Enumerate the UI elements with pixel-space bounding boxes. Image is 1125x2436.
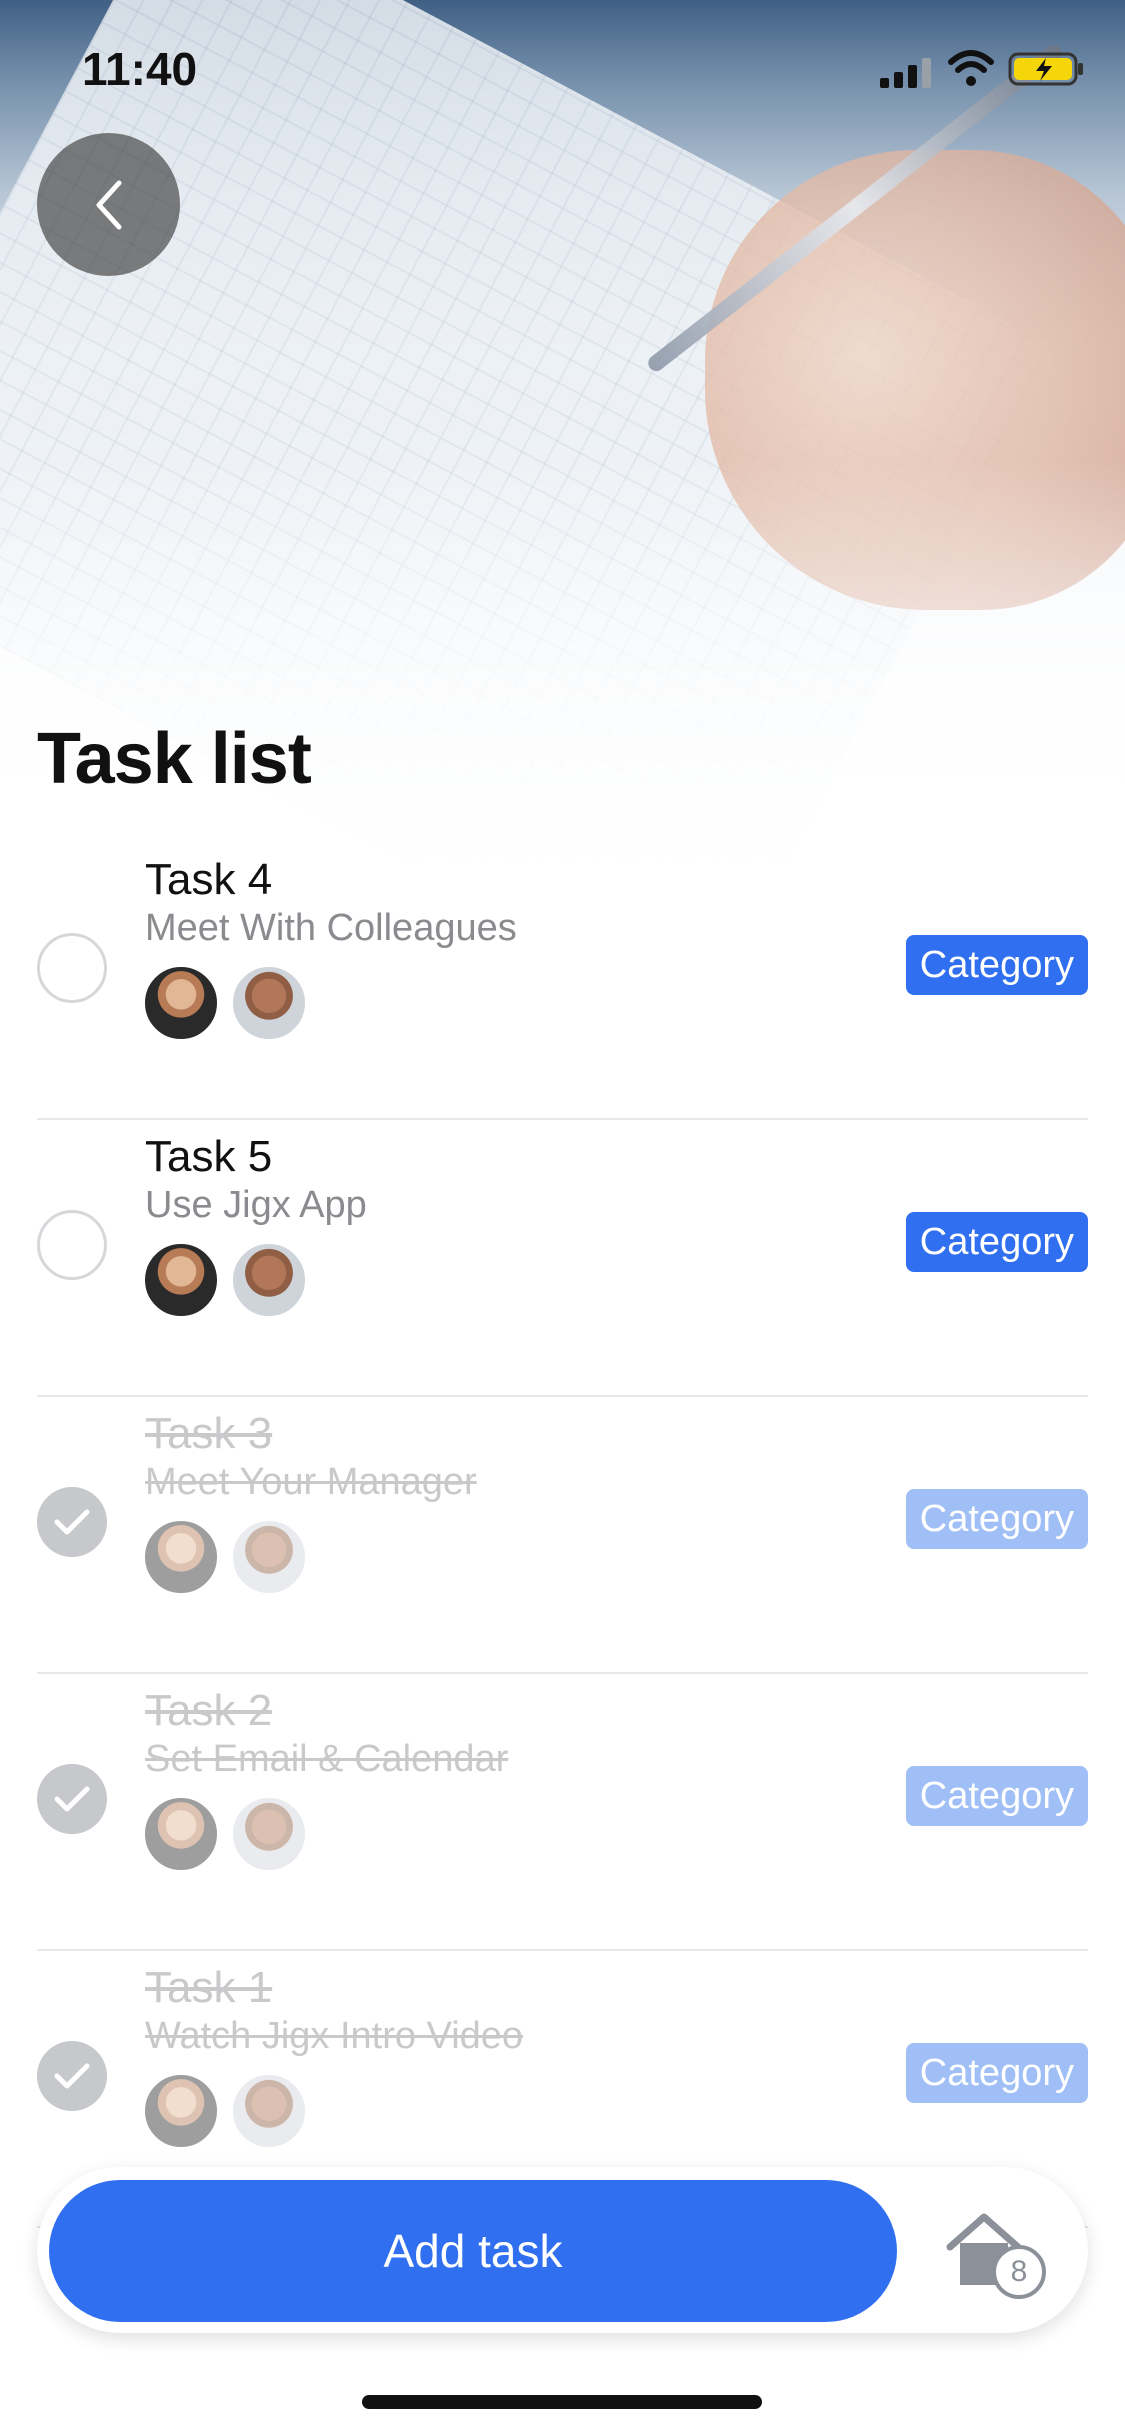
task-checkbox[interactable] xyxy=(37,1210,107,1280)
assignee-avatars xyxy=(143,1242,307,1318)
category-badge[interactable]: Category xyxy=(905,1212,1088,1272)
category-badge[interactable]: Category xyxy=(905,2043,1088,2103)
task-subtitle: Meet Your Manager xyxy=(145,1461,477,1503)
task-name: Task 1 xyxy=(145,1963,273,2012)
task-row[interactable]: Task 5 Use Jigx App Category xyxy=(37,1120,1088,1397)
signal-icon xyxy=(880,58,931,88)
assignee-avatars xyxy=(143,965,307,1041)
back-chevron-icon xyxy=(96,180,121,229)
home-indicator xyxy=(362,2395,762,2409)
task-row[interactable]: Task 3 Meet Your Manager Category xyxy=(37,1397,1088,1674)
assignee-avatars xyxy=(143,1519,307,1595)
assignee-avatars xyxy=(143,1796,307,1872)
avatar xyxy=(231,1796,307,1872)
task-name: Task 4 xyxy=(145,855,273,904)
task-subtitle: Watch Jigx Intro Video xyxy=(145,2015,524,2057)
wifi-icon xyxy=(948,50,994,86)
check-icon xyxy=(54,1509,90,1535)
home-button[interactable]: 8 xyxy=(942,2209,1062,2299)
battery-charging-icon xyxy=(1008,52,1083,86)
status-time: 11:40 xyxy=(82,43,198,95)
avatar xyxy=(143,2073,219,2149)
task-list: Task 4 Meet With Colleagues Category Tas… xyxy=(0,843,1125,2228)
avatar xyxy=(231,1519,307,1595)
category-badge[interactable]: Category xyxy=(905,1766,1088,1826)
task-name: Task 5 xyxy=(145,1132,273,1181)
check-icon xyxy=(54,1786,90,1812)
avatar xyxy=(143,1796,219,1872)
bottom-action-bar: Add task 8 xyxy=(37,2167,1088,2333)
task-checkbox[interactable] xyxy=(37,933,107,1003)
task-checkbox[interactable] xyxy=(37,1487,107,1557)
category-badge[interactable]: Category xyxy=(905,1489,1088,1549)
status-bar: 11:40 xyxy=(0,0,1125,135)
hero-fade xyxy=(0,460,1125,880)
task-row[interactable]: Task 4 Meet With Colleagues Category xyxy=(37,843,1088,1120)
category-badge[interactable]: Category xyxy=(905,935,1088,995)
avatar xyxy=(231,965,307,1041)
avatar xyxy=(143,1242,219,1318)
assignee-avatars xyxy=(143,2073,307,2149)
task-subtitle: Set Email & Calendar xyxy=(145,1738,509,1780)
page-title: Task list xyxy=(37,719,312,799)
home-badge: 8 xyxy=(992,2245,1046,2299)
avatar xyxy=(231,2073,307,2149)
task-checkbox[interactable] xyxy=(37,2041,107,2111)
check-icon xyxy=(54,2063,90,2089)
task-checkbox[interactable] xyxy=(37,1764,107,1834)
add-task-button[interactable]: Add task xyxy=(49,2180,897,2322)
avatar xyxy=(231,1242,307,1318)
task-name: Task 3 xyxy=(145,1409,273,1458)
avatar xyxy=(143,965,219,1041)
task-subtitle: Meet With Colleagues xyxy=(145,907,517,949)
task-name: Task 2 xyxy=(145,1686,273,1735)
task-subtitle: Use Jigx App xyxy=(145,1184,367,1226)
avatar xyxy=(143,1519,219,1595)
task-row[interactable]: Task 2 Set Email & Calendar Category xyxy=(37,1674,1088,1951)
back-button[interactable] xyxy=(37,133,180,276)
